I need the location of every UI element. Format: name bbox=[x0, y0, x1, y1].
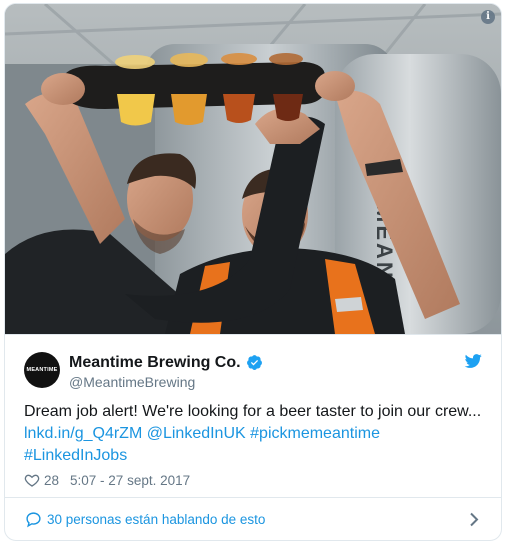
tweet-text-body: Dream job alert! We're looking for a bee… bbox=[24, 403, 482, 420]
tweet-link[interactable]: lnkd.in/g_Q4rZM bbox=[24, 425, 142, 442]
tweet-media-photo[interactable]: MEANTIME i bbox=[5, 4, 501, 334]
tweet-body: MEANTIME Meantime Brewing Co. @MeantimeB… bbox=[5, 334, 501, 497]
like-count[interactable]: 28 bbox=[44, 473, 59, 488]
speech-bubble-icon bbox=[26, 512, 41, 528]
display-name[interactable]: Meantime Brewing Co. bbox=[69, 354, 241, 372]
embedded-tweet-card: MEANTIME i MEANTIME Meantime Brewing Co.… bbox=[4, 3, 502, 541]
tweet-meta: 28 5:07 - 27 sept. 2017 bbox=[24, 472, 190, 488]
conversation-footer[interactable]: 30 personas están hablando de esto bbox=[5, 497, 501, 540]
user-info: Meantime Brewing Co. @MeantimeBrewing bbox=[69, 352, 263, 390]
tweet-text: Dream job alert! We're looking for a bee… bbox=[24, 401, 494, 467]
info-icon[interactable]: i bbox=[481, 10, 495, 24]
mention-link[interactable]: @LinkedInUK bbox=[147, 425, 246, 442]
beer-tasting-photo: MEANTIME bbox=[5, 4, 501, 334]
verified-badge-icon bbox=[246, 355, 262, 370]
heart-icon[interactable] bbox=[24, 472, 40, 488]
conversation-label: 30 personas están hablando de esto bbox=[47, 512, 266, 527]
name-row: Meantime Brewing Co. bbox=[69, 352, 263, 373]
hashtag-link[interactable]: #LinkedInJobs bbox=[24, 447, 127, 464]
twitter-bird-icon[interactable] bbox=[464, 352, 482, 370]
chevron-right-icon bbox=[470, 512, 479, 527]
tweet-timestamp[interactable]: 5:07 - 27 sept. 2017 bbox=[70, 473, 190, 488]
avatar[interactable]: MEANTIME bbox=[24, 352, 60, 388]
user-handle[interactable]: @MeantimeBrewing bbox=[69, 374, 263, 390]
hashtag-link[interactable]: #pickmemeantime bbox=[250, 425, 380, 442]
